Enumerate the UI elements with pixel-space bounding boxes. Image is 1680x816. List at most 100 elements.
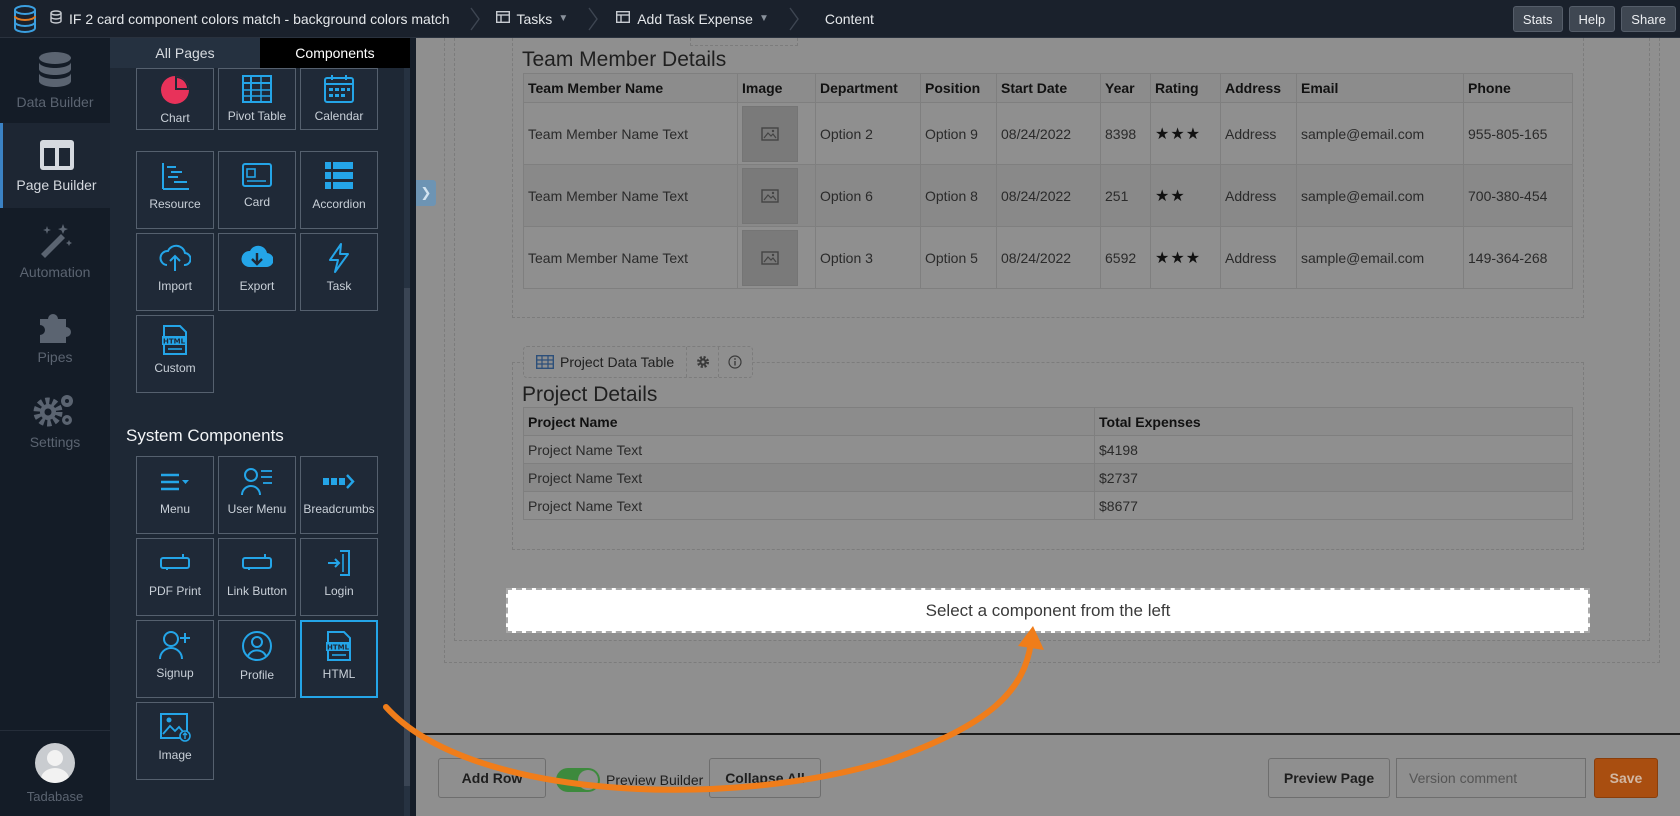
- user-menu[interactable]: Tadabase: [0, 730, 110, 816]
- column-header[interactable]: Position: [920, 73, 997, 103]
- breadcrumb-page-label: Add Task Expense: [637, 10, 753, 27]
- component-custom[interactable]: HTML Custom: [136, 315, 214, 393]
- cell-total-expenses: $4198: [1094, 435, 1573, 464]
- breadcrumb-page[interactable]: Add Task Expense ▼: [616, 0, 769, 38]
- system-components-title: System Components: [126, 426, 284, 445]
- cell-address: Address: [1220, 226, 1297, 289]
- column-header[interactable]: Project Name: [523, 407, 1095, 436]
- page-layout-icon: [39, 139, 74, 170]
- column-header[interactable]: Start Date: [996, 73, 1101, 103]
- cloud-download-icon: [241, 245, 273, 268]
- panel-scroll-thumb[interactable]: [404, 288, 410, 786]
- magic-wand-icon: [41, 223, 72, 258]
- cell-total-expenses: $2737: [1094, 463, 1573, 492]
- nav-page-builder[interactable]: Page Builder: [0, 123, 110, 208]
- component-resource[interactable]: Resource: [136, 151, 214, 229]
- table-row[interactable]: Project Name Text $2737: [523, 463, 1573, 492]
- cell-name: Team Member Name Text: [523, 226, 738, 289]
- table-row[interactable]: Project Name Text $8677: [523, 491, 1573, 520]
- column-header[interactable]: Address: [1220, 73, 1297, 103]
- tadabase-logo-icon[interactable]: [0, 0, 50, 38]
- component-pivot-table[interactable]: Pivot Table: [218, 68, 296, 130]
- version-comment-input[interactable]: Version comment: [1396, 758, 1586, 798]
- nav-automation[interactable]: Automation: [0, 208, 110, 293]
- nav-settings[interactable]: Settings: [0, 378, 110, 463]
- component-menu[interactable]: Menu: [136, 456, 214, 534]
- cell-phone: 955-805-165: [1463, 102, 1573, 165]
- cell-rating: ★★★: [1150, 102, 1221, 165]
- breadcrumb-app[interactable]: IF 2 card component colors match - backg…: [50, 0, 450, 38]
- help-button[interactable]: Help: [1568, 6, 1616, 32]
- component-calendar[interactable]: Calendar: [300, 68, 378, 130]
- tab-all-pages[interactable]: All Pages: [110, 38, 260, 68]
- column-header[interactable]: Email: [1296, 73, 1464, 103]
- component-import[interactable]: Import: [136, 233, 214, 311]
- component-user-menu[interactable]: User Menu: [218, 456, 296, 534]
- bottom-bar: Add Row Preview Builder Collapse All Pre…: [416, 733, 1680, 816]
- component-profile[interactable]: Profile: [218, 620, 296, 698]
- table-row[interactable]: Team Member Name Text Option 2 Option 9 …: [523, 102, 1573, 165]
- collapse-all-button[interactable]: Collapse All: [709, 758, 821, 798]
- cell-department: Option 2: [815, 102, 921, 165]
- component-accordion[interactable]: Accordion: [300, 151, 378, 229]
- component-link-button[interactable]: Link Button: [218, 538, 296, 616]
- nav-data-builder[interactable]: Data Builder: [0, 38, 110, 123]
- column-header[interactable]: Rating: [1150, 73, 1221, 103]
- save-button[interactable]: Save: [1594, 758, 1658, 798]
- table-row[interactable]: Project Name Text $4198: [523, 435, 1573, 464]
- column-header[interactable]: Total Expenses: [1094, 407, 1573, 436]
- table-icon: [536, 355, 554, 369]
- cell-department: Option 6: [815, 164, 921, 227]
- breadcrumb-tasks[interactable]: Tasks ▼: [495, 0, 569, 38]
- tile-label: Image: [158, 748, 192, 762]
- cell-name: Team Member Name Text: [523, 102, 738, 165]
- component-name: Project Data Table: [560, 354, 675, 370]
- tile-label: Export: [239, 279, 275, 293]
- menu-icon: [161, 473, 189, 491]
- image-placeholder-icon: [742, 167, 798, 224]
- share-button[interactable]: Share: [1621, 6, 1676, 32]
- column-header[interactable]: Year: [1100, 73, 1151, 103]
- link-button-icon: [160, 554, 190, 574]
- cell-email: sample@email.com: [1296, 102, 1464, 165]
- preview-page-button[interactable]: Preview Page: [1268, 758, 1390, 798]
- component-info-icon[interactable]: [719, 347, 751, 377]
- column-header[interactable]: Phone: [1463, 73, 1573, 103]
- component-task[interactable]: Task: [300, 233, 378, 311]
- component-signup[interactable]: Signup: [136, 620, 214, 698]
- breadcrumbs-icon: [323, 474, 355, 489]
- stats-button[interactable]: Stats: [1512, 6, 1563, 32]
- table-row[interactable]: Team Member Name Text Option 3 Option 5 …: [523, 226, 1573, 289]
- expand-panel-chevron-icon[interactable]: ❯: [416, 180, 436, 206]
- component-export[interactable]: Export: [218, 233, 296, 311]
- table-row[interactable]: Team Member Name Text Option 6 Option 8 …: [523, 164, 1573, 227]
- component-pdf-print[interactable]: PDF Print: [136, 538, 214, 616]
- component-image[interactable]: Image: [136, 702, 214, 780]
- breadcrumb-content[interactable]: Content: [825, 0, 874, 38]
- component-toolbar[interactable]: Project Data Table: [523, 346, 753, 378]
- component-html[interactable]: HTML HTML: [300, 620, 378, 698]
- add-row-button[interactable]: Add Row: [438, 758, 546, 798]
- component-breadcrumbs[interactable]: Breadcrumbs: [300, 456, 378, 534]
- table-header-row: Team Member Name Image Department Positi…: [523, 73, 1573, 103]
- preview-builder-toggle[interactable]: [556, 768, 600, 792]
- component-login[interactable]: Login: [300, 538, 378, 616]
- column-header[interactable]: Department: [815, 73, 921, 103]
- component-toolbar-label[interactable]: Project Data Table: [524, 347, 688, 377]
- tile-label: Task: [326, 279, 352, 293]
- component-drop-zone[interactable]: Select a component from the left: [506, 588, 1590, 633]
- database-icon: [50, 10, 62, 27]
- column-header[interactable]: Team Member Name: [523, 73, 738, 103]
- component-card[interactable]: Card: [218, 151, 296, 229]
- component-chart[interactable]: Chart: [136, 68, 214, 130]
- nav-pipes[interactable]: Pipes: [0, 293, 110, 378]
- component-settings-gear-icon[interactable]: [687, 347, 720, 377]
- cell-start-date: 08/24/2022: [996, 164, 1101, 227]
- cell-image: [737, 164, 816, 227]
- caret-down-icon: ▼: [558, 13, 569, 24]
- column-header[interactable]: Image: [737, 73, 816, 103]
- breadcrumb-tasks-label: Tasks: [516, 10, 553, 27]
- tab-components[interactable]: Components: [260, 38, 410, 68]
- cell-email: sample@email.com: [1296, 226, 1464, 289]
- breadcrumb-separator-icon: [781, 0, 807, 38]
